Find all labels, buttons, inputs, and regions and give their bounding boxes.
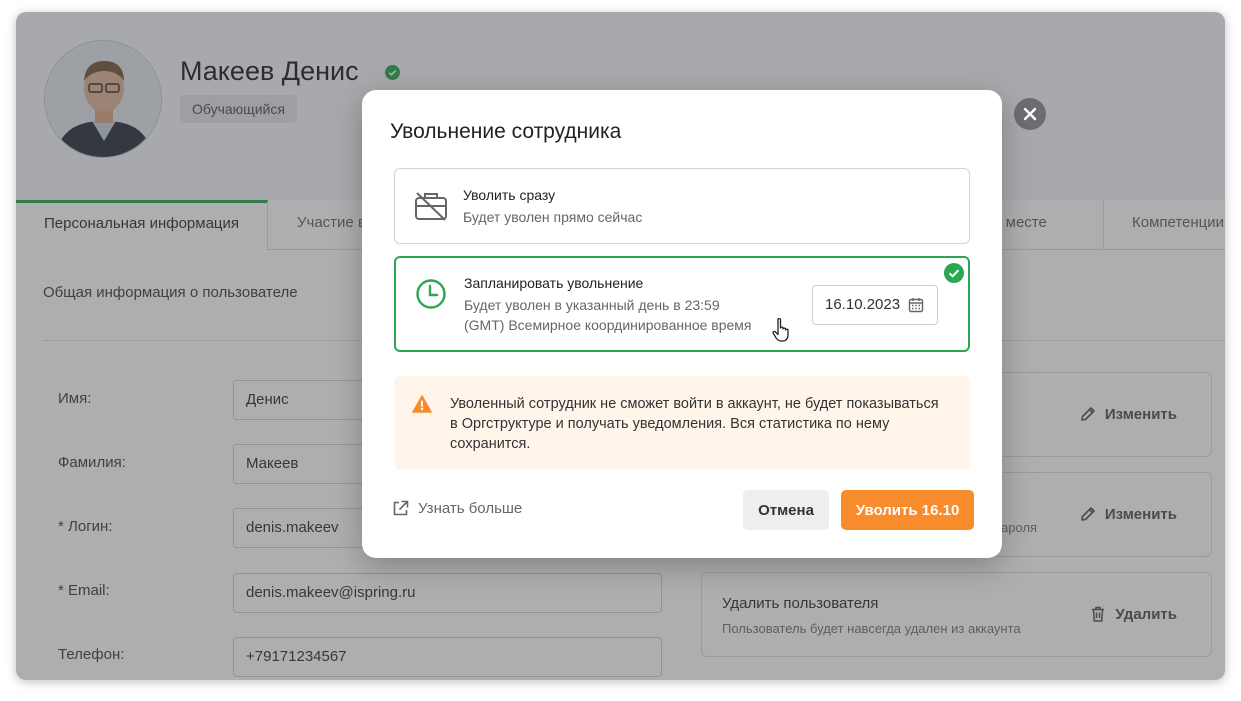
option-dismiss-now-title: Уволить сразу xyxy=(463,187,556,203)
close-icon xyxy=(1023,107,1037,121)
warning-icon xyxy=(412,395,432,413)
warning-box: Уволенный сотрудник не сможет войти в ак… xyxy=(394,376,970,470)
option-schedule-desc-line1: Будет уволен в указанный день в 23:59 xyxy=(464,297,720,313)
clock-icon xyxy=(416,279,446,309)
modal-title: Увольнение сотрудника xyxy=(390,120,622,143)
warning-text: Уволенный сотрудник не сможет войти в ак… xyxy=(450,396,939,452)
briefcase-off-icon xyxy=(415,192,447,221)
option-schedule-desc-line2: (GMT) Всемирное координированное время xyxy=(464,317,752,333)
date-value: 16.10.2023 xyxy=(825,296,901,313)
confirm-dismiss-button[interactable]: Уволить 16.10 xyxy=(841,490,974,530)
date-input[interactable]: 16.10.2023 xyxy=(812,285,938,325)
option-schedule-dismissal[interactable]: Запланировать увольнение Будет уволен в … xyxy=(394,256,970,352)
option-schedule-title: Запланировать увольнение xyxy=(464,275,644,291)
hand-cursor-icon xyxy=(772,317,789,342)
selected-check-icon xyxy=(944,263,964,283)
option-dismiss-now-desc: Будет уволен прямо сейчас xyxy=(463,209,643,225)
learn-more-link[interactable]: Узнать больше xyxy=(392,500,522,517)
option-dismiss-now[interactable]: Уволить сразу Будет уволен прямо сейчас xyxy=(394,168,970,244)
cancel-button[interactable]: Отмена xyxy=(743,490,829,530)
dismiss-employee-modal: Увольнение сотрудника Уволить сразу Буде… xyxy=(362,90,1002,558)
calendar-icon[interactable] xyxy=(908,297,924,313)
learn-more-label: Узнать больше xyxy=(418,500,523,517)
close-button[interactable] xyxy=(1014,98,1046,130)
external-link-icon xyxy=(393,500,409,516)
